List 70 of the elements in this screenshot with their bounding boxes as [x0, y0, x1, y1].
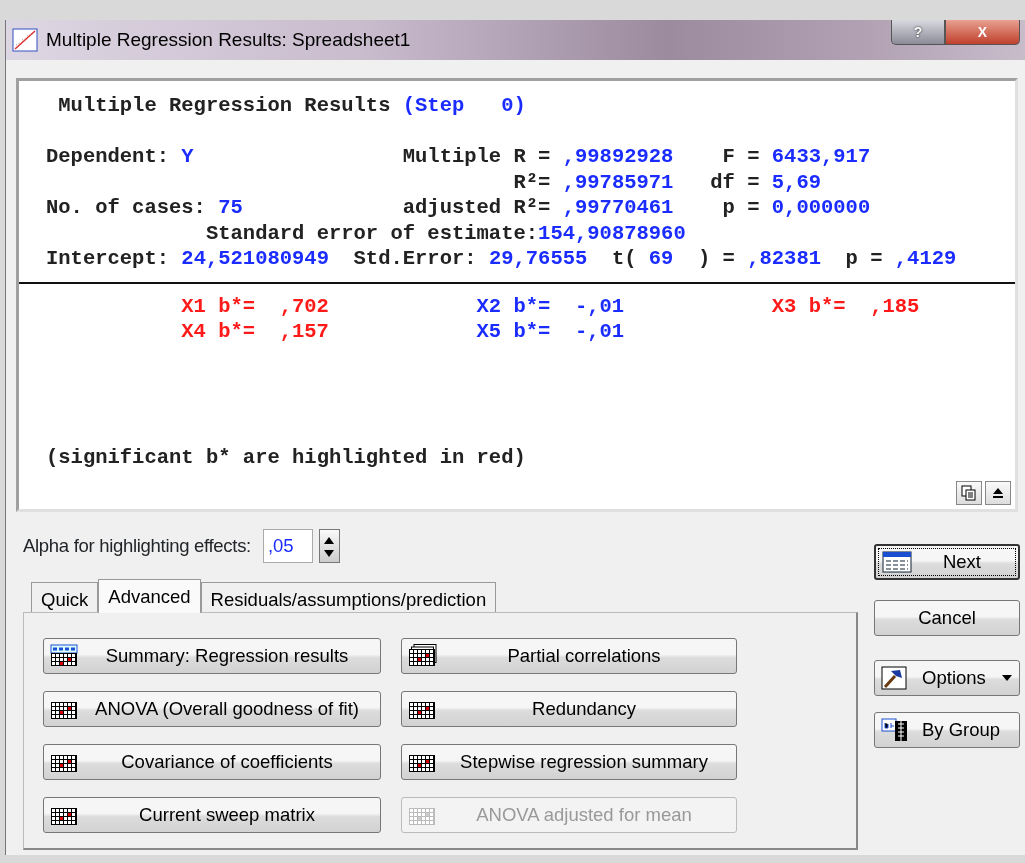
stat-label: Dependent: — [46, 145, 170, 168]
coefficient-value: -,01 — [574, 294, 625, 318]
coefficient-value: ,157 — [279, 320, 329, 343]
stat-label: Intercept: — [46, 247, 170, 270]
summary-table-icon — [50, 644, 80, 668]
alpha-field[interactable]: ,05 — [262, 529, 313, 563]
stat-label: Multiple R = — [402, 145, 551, 168]
result-button[interactable]: Stepwise regression summary — [401, 744, 737, 780]
result-button[interactable]: ANOVA (Overall goodness of fit) — [43, 691, 381, 727]
report-title: Multiple Regression Results — [58, 94, 391, 117]
stat-value: 154,90878960 — [538, 221, 686, 245]
coefficient-label: X3 b*= — [771, 294, 846, 318]
step-label: (Step 0) — [402, 94, 526, 117]
stat-label: F = — [722, 145, 760, 168]
side-button[interactable]: Options — [874, 660, 1020, 696]
stat-value: ,99892928 — [562, 145, 674, 168]
stat-label: No. of cases: — [46, 196, 206, 219]
stat-label: df = — [710, 170, 760, 194]
stat-label: Std.Error: — [353, 247, 477, 270]
side-button[interactable]: Cancel — [874, 600, 1020, 636]
stat-label: adjusted R²= — [402, 196, 551, 219]
up-arrow-icon — [992, 486, 1004, 500]
copy-button[interactable] — [956, 481, 982, 505]
stat-value: 29,76555 — [488, 247, 588, 270]
stat-value: ,99770461 — [562, 196, 674, 219]
window-title: Multiple Regression Results: Spreadsheet1 — [46, 27, 411, 52]
stat-value: Y — [181, 145, 194, 168]
stat-value: 0,000000 — [771, 196, 871, 219]
coefficient-value: ,702 — [279, 294, 329, 318]
copy-icon — [961, 485, 977, 501]
stat-label: Standard error of estimate: — [205, 221, 539, 245]
stat-label: p = — [845, 247, 883, 270]
stat-label: R²= — [513, 170, 551, 194]
result-button[interactable]: Redundancy — [401, 691, 737, 727]
stat-value: 6433,917 — [771, 145, 871, 168]
side-button[interactable]: By Group — [874, 712, 1020, 748]
result-button[interactable]: Covariance of coefficients — [43, 744, 381, 780]
spin-button[interactable] — [318, 529, 340, 563]
chart-icon — [12, 28, 38, 52]
footnote: (significant b* are highlighted in red) — [46, 444, 526, 470]
table-icon — [408, 644, 438, 668]
coefficient-label: X5 b*= — [476, 320, 551, 343]
stat-label: p = — [722, 196, 760, 219]
coefficient-value: ,185 — [870, 294, 920, 318]
table-icon — [882, 551, 912, 573]
table-icon — [881, 718, 909, 742]
stat-label: t( — [611, 247, 637, 270]
hammer-icon — [881, 666, 907, 690]
collapse-button[interactable] — [985, 481, 1011, 505]
stat-value: ,82381 — [747, 247, 821, 270]
alpha-label: Alpha for highlighting effects: — [23, 534, 251, 559]
result-button[interactable]: Current sweep matrix — [43, 797, 381, 833]
stat-value: 24,521080949 — [181, 247, 329, 270]
coefficient-label: X1 b*= — [181, 294, 256, 318]
stat-value: 5,69 — [771, 170, 821, 194]
coefficient-value: -,01 — [574, 320, 625, 343]
stat-value: 75 — [218, 196, 243, 219]
tab[interactable]: Residuals/assumptions/prediction — [200, 582, 497, 612]
coefficient-label: X2 b*= — [476, 294, 551, 318]
stat-value: ,99785971 — [562, 170, 674, 194]
stat-label: ) = — [698, 247, 735, 270]
stat-value: 69 — [648, 247, 674, 270]
result-button[interactable]: Partial correlations — [401, 638, 737, 674]
tab[interactable]: Quick — [31, 582, 99, 612]
coefficient-label: X4 b*= — [181, 320, 256, 343]
result-button[interactable]: Summary: Regression results — [43, 638, 381, 674]
caret-icon — [1001, 674, 1013, 682]
tab[interactable]: Advanced — [98, 579, 201, 613]
side-button[interactable]: Next — [874, 544, 1020, 580]
stat-value: ,4129 — [894, 247, 957, 270]
